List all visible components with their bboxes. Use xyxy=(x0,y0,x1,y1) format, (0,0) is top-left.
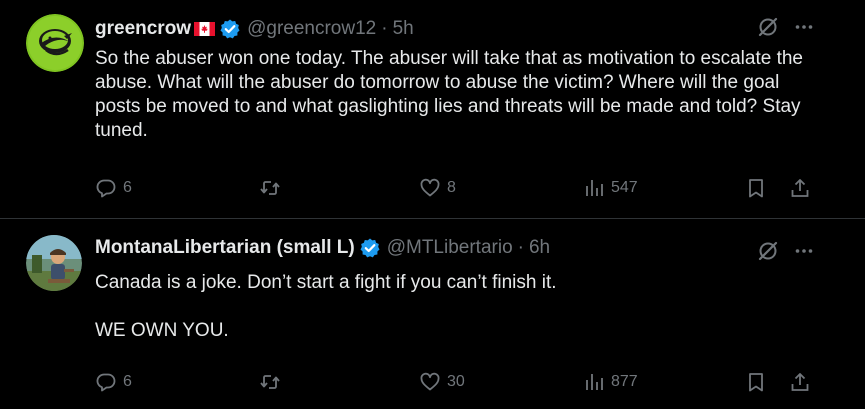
share-icon xyxy=(791,373,809,391)
timestamp[interactable]: 5h xyxy=(393,18,414,40)
display-name[interactable]: greencrow xyxy=(95,18,191,40)
verified-badge-icon xyxy=(359,237,381,259)
views-button[interactable]: 877 xyxy=(583,369,638,395)
tweet-text-paragraph: Canada is a joke. Don’t start a fight if… xyxy=(95,272,557,293)
tweet-text: So the abuser won one today. The abuser … xyxy=(95,47,825,143)
tweet-actions: 6 8 547 xyxy=(95,175,815,201)
cartoon-person-avatar xyxy=(26,235,82,291)
avatar[interactable] xyxy=(26,235,82,291)
timestamp[interactable]: 6h xyxy=(529,237,550,259)
more-icon[interactable] xyxy=(793,240,815,262)
tweet-header: MontanaLibertarian (small L) @MTLibertar… xyxy=(95,235,550,261)
views-button[interactable]: 547 xyxy=(583,175,638,201)
repost-button[interactable] xyxy=(259,175,287,201)
like-button[interactable]: 30 xyxy=(419,369,465,395)
bookmark-button[interactable] xyxy=(745,369,767,395)
like-count: 8 xyxy=(447,179,456,196)
separator: · xyxy=(517,237,524,258)
tweet-top-actions xyxy=(757,16,815,38)
green-crow-logo-avatar xyxy=(26,14,84,72)
views-icon xyxy=(586,180,603,196)
more-icon[interactable] xyxy=(793,16,815,38)
separator: · xyxy=(381,18,388,39)
display-name[interactable]: MontanaLibertarian (small L) xyxy=(95,237,355,259)
tweet-header: greencrow @greencrow12 · 5h xyxy=(95,16,414,42)
reply-count: 6 xyxy=(123,373,132,390)
verified-badge-icon xyxy=(219,18,241,40)
handle[interactable]: @greencrow12 xyxy=(247,18,376,40)
bookmark-icon xyxy=(749,179,763,198)
grok-icon[interactable] xyxy=(757,240,779,262)
repost-button[interactable] xyxy=(259,369,287,395)
reply-icon xyxy=(96,373,116,392)
tweet-actions: 6 30 877 xyxy=(95,369,815,395)
views-count: 547 xyxy=(611,179,638,196)
share-button[interactable] xyxy=(789,369,811,395)
tweet-text-paragraph: WE OWN YOU. xyxy=(95,320,229,341)
heart-icon xyxy=(420,178,440,197)
tweet-top-actions xyxy=(757,240,815,262)
views-count: 877 xyxy=(611,373,638,390)
reply-count: 6 xyxy=(123,179,132,196)
avatar[interactable] xyxy=(26,14,84,72)
tweet-text: Canada is a joke. Don’t start a fight if… xyxy=(95,271,825,343)
handle[interactable]: @MTLibertario xyxy=(387,237,513,259)
bookmark-icon xyxy=(749,373,763,392)
repost-icon xyxy=(260,375,280,389)
tweet[interactable]: MontanaLibertarian (small L) @MTLibertar… xyxy=(0,219,865,409)
grok-icon[interactable] xyxy=(757,16,779,38)
bookmark-button[interactable] xyxy=(745,175,767,201)
reply-button[interactable]: 6 xyxy=(95,175,132,201)
share-button[interactable] xyxy=(789,175,811,201)
tweet[interactable]: greencrow @greencrow12 · 5h So the abuse… xyxy=(0,0,865,219)
tweet-text-paragraph: So the abuser won one today. The abuser … xyxy=(95,48,804,141)
heart-icon xyxy=(420,372,440,391)
reply-icon xyxy=(96,179,116,198)
repost-icon xyxy=(260,181,280,195)
canada-flag-icon xyxy=(194,22,216,36)
share-icon xyxy=(791,179,809,197)
views-icon xyxy=(586,374,603,390)
like-button[interactable]: 8 xyxy=(419,175,456,201)
reply-button[interactable]: 6 xyxy=(95,369,132,395)
like-count: 30 xyxy=(447,373,465,390)
